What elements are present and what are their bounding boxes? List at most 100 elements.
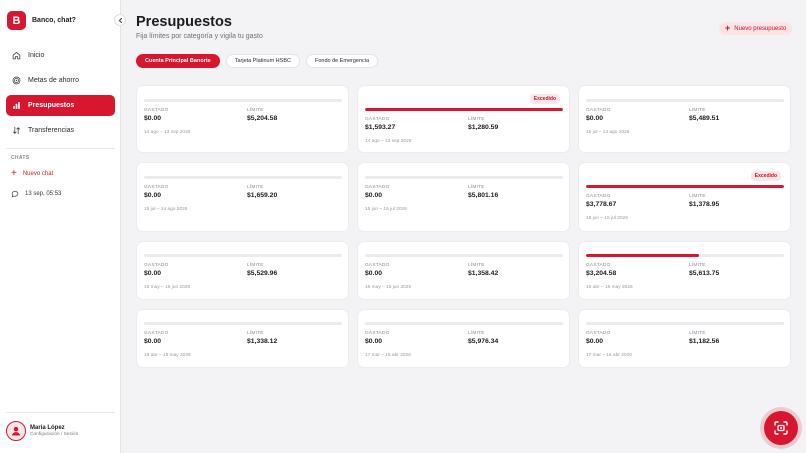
limit-label: LÍMITE: [468, 263, 485, 268]
spent-label: GASTADO: [365, 331, 390, 336]
plus-icon: +: [725, 23, 731, 33]
chat-entry-label: 13 sep, 05:53: [25, 191, 62, 197]
assistant-scan-button[interactable]: [764, 411, 798, 445]
target-icon: [12, 76, 21, 85]
period-dates: 15 jun – 15 jul 2026: [586, 216, 628, 221]
sidebar-item-label: Transferencias: [28, 127, 75, 134]
sidebar-item-label: Metas de ahorro: [28, 77, 79, 84]
progress-fill: [365, 108, 563, 111]
sidebar-divider: [6, 148, 115, 149]
spent-value: $0.00: [144, 192, 162, 199]
spent-value: $0.00: [365, 338, 383, 345]
tab-fondo-emergencia[interactable]: Fondo de Emergencia: [305, 54, 379, 68]
sidebar-item-label: Presupuestos: [28, 102, 75, 109]
spent-value: $0.00: [144, 270, 162, 277]
period-dates: 16 abr – 16 may 2026: [144, 353, 191, 358]
progress-track: [586, 254, 784, 257]
new-chat-button[interactable]: + Nuevo chat: [11, 169, 53, 179]
limit-value: $1,280.59: [468, 124, 499, 131]
progress-track: [365, 176, 563, 179]
period-dates: 17 mar – 16 abr 2026: [365, 353, 411, 358]
limit-label: LÍMITE: [689, 331, 706, 336]
sidebar-item-metas[interactable]: Metas de ahorro: [6, 70, 115, 91]
budget-card[interactable]: GASTADO $0.00 LÍMITE $1,659.20 15 jul – …: [136, 162, 349, 232]
budget-card[interactable]: Excedido GASTADO $1,593.27 LÍMITE $1,280…: [357, 85, 570, 153]
spent-value: $0.00: [586, 115, 604, 122]
budget-card[interactable]: GASTADO $0.00 LÍMITE $5,489.51 15 jul – …: [578, 85, 791, 153]
period-dates: 17 mar – 16 abr 2026: [586, 353, 632, 358]
budget-card[interactable]: GASTADO $0.00 LÍMITE $5,801.16 15 jun – …: [357, 162, 570, 232]
budget-card[interactable]: Excedido GASTADO $3,778.67 LÍMITE $1,378…: [578, 162, 791, 232]
spent-value: $0.00: [586, 338, 604, 345]
sidebar-item-transferencias[interactable]: Transferencias: [6, 120, 115, 141]
spent-value: $3,778.67: [586, 201, 617, 208]
sidebar-item-label: Inicio: [28, 52, 45, 59]
progress-track: [365, 108, 563, 111]
budget-card[interactable]: GASTADO $0.00 LÍMITE $5,976.34 17 mar – …: [357, 309, 570, 368]
progress-track: [586, 185, 784, 188]
scan-icon: [774, 421, 788, 435]
sidebar-item-presupuestos[interactable]: Presupuestos: [6, 95, 115, 116]
spent-value: $0.00: [144, 115, 162, 122]
budget-card[interactable]: GASTADO $0.00 LÍMITE $5,529.96 16 may – …: [136, 241, 349, 300]
budget-card[interactable]: GASTADO $0.00 LÍMITE $5,204.58 14 ago – …: [136, 85, 349, 153]
limit-label: LÍMITE: [468, 331, 485, 336]
progress-track: [144, 254, 342, 257]
period-dates: 15 jun – 15 jul 2026: [365, 207, 407, 212]
limit-value: $5,976.34: [468, 338, 499, 345]
limit-label: LÍMITE: [468, 185, 485, 190]
progress-track: [365, 254, 563, 257]
page-subtitle: Fija límites por categoría y vigila tu g…: [136, 33, 263, 40]
user-name: María López: [30, 425, 65, 431]
spent-label: GASTADO: [365, 185, 390, 190]
spent-value: $0.00: [365, 270, 383, 277]
spent-label: GASTADO: [586, 263, 611, 268]
collapse-sidebar-button[interactable]: [114, 14, 126, 26]
exceeded-badge: Excedido: [750, 171, 781, 181]
app-name: Banco, chat?: [32, 17, 76, 24]
spent-value: $3,204.58: [586, 270, 617, 277]
limit-value: $5,529.96: [247, 270, 278, 277]
sidebar-nav: Inicio Metas de ahorro Presupuestos Tran…: [6, 45, 115, 145]
sidebar-divider: [6, 412, 115, 413]
limit-label: LÍMITE: [468, 117, 485, 122]
main-content: Presupuestos Fija límites por categoría …: [121, 0, 806, 453]
spent-label: GASTADO: [144, 108, 169, 113]
chat-history-item[interactable]: 13 sep, 05:53: [11, 190, 61, 198]
limit-value: $5,204.58: [247, 115, 278, 122]
tab-cuenta-principal[interactable]: Cuenta Principal Banorte: [136, 54, 220, 68]
progress-track: [365, 322, 563, 325]
budget-card[interactable]: GASTADO $0.00 LÍMITE $1,358.42 16 may – …: [357, 241, 570, 300]
home-icon: [12, 52, 21, 60]
new-budget-label: Nuevo presupuesto: [734, 25, 787, 32]
tab-tarjeta-platinum[interactable]: Tarjeta Platinum HSBC: [225, 54, 300, 68]
brand[interactable]: B Banco, chat?: [7, 11, 76, 30]
new-budget-button[interactable]: + Nuevo presupuesto: [719, 22, 793, 35]
budget-card[interactable]: GASTADO $3,204.58 LÍMITE $5,613.75 16 ab…: [578, 241, 791, 300]
sidebar: B Banco, chat? Inicio Metas de ahorro Pr…: [0, 0, 121, 453]
new-chat-label: Nuevo chat: [22, 171, 54, 177]
budget-card[interactable]: GASTADO $0.00 LÍMITE $1,338.12 16 abr – …: [136, 309, 349, 368]
limit-value: $1,338.12: [247, 338, 278, 345]
period-dates: 16 may – 15 jun 2026: [144, 285, 191, 290]
exceeded-badge: Excedido: [529, 94, 560, 104]
budget-card[interactable]: GASTADO $0.00 LÍMITE $1,182.56 17 mar – …: [578, 309, 791, 368]
user-profile[interactable]: María López Configuración / Sesión: [6, 421, 78, 441]
avatar: [6, 421, 26, 441]
period-dates: 14 ago – 13 sep 2026: [365, 139, 412, 144]
spent-label: GASTADO: [144, 331, 169, 336]
spent-value: $0.00: [365, 192, 383, 199]
user-settings-link[interactable]: Configuración / Sesión: [30, 432, 78, 437]
limit-label: LÍMITE: [247, 263, 264, 268]
limit-value: $1,358.42: [468, 270, 499, 277]
limit-value: $1,378.95: [689, 201, 720, 208]
transfer-icon: [13, 126, 20, 135]
progress-track: [586, 99, 784, 102]
limit-label: LÍMITE: [689, 263, 706, 268]
period-dates: 16 may – 15 jun 2026: [365, 285, 412, 290]
sidebar-item-inicio[interactable]: Inicio: [6, 45, 115, 66]
spent-label: GASTADO: [365, 263, 390, 268]
progress-track: [144, 99, 342, 102]
limit-value: $5,613.75: [689, 270, 720, 277]
spent-label: GASTADO: [365, 117, 390, 122]
